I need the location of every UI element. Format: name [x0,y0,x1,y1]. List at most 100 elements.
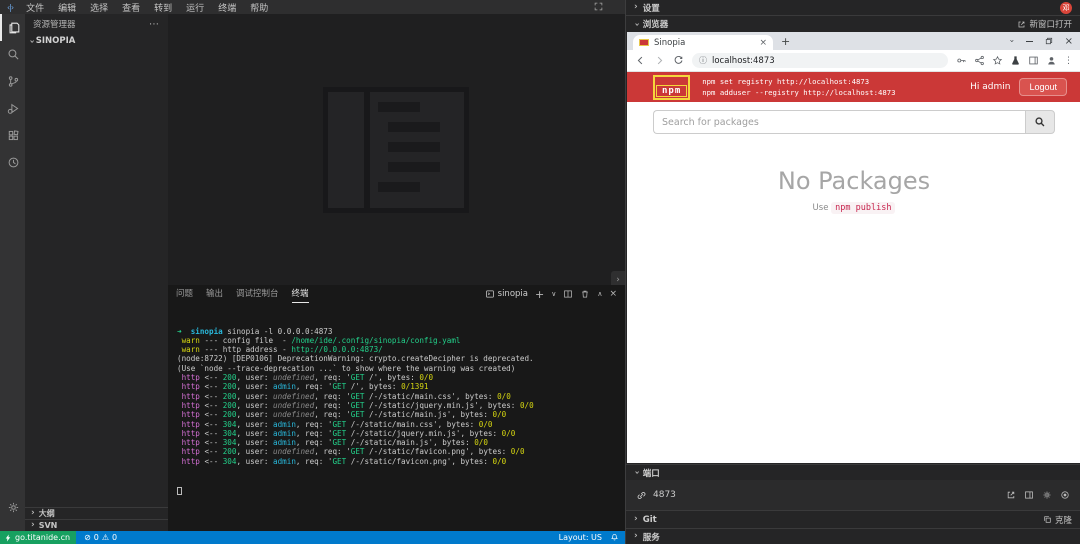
sidebar-toggle-icon[interactable] [1028,55,1039,66]
services-section-label: 服务 [643,531,660,543]
lightning-icon [4,534,12,542]
forward-icon[interactable] [654,55,665,66]
new-terminal-icon[interactable]: + [535,288,544,301]
terminal-line: http <-- 304, user: admin, req: 'GET /-/… [177,429,625,438]
section-outline[interactable]: › 大纲 [25,507,168,519]
terminal-line: http <-- 200, user: admin, req: 'GET /',… [177,382,625,391]
port-row-4873[interactable]: 4873 [626,480,1080,510]
chevron-right-icon: › [634,532,638,541]
extensions-icon[interactable] [0,122,25,149]
search-button[interactable] [1025,110,1055,134]
key-icon[interactable] [956,55,967,66]
explorer-icon[interactable] [0,14,25,41]
settings-gear-icon[interactable] [0,494,25,521]
refresh-icon[interactable] [673,55,684,66]
kill-terminal-icon[interactable] [580,289,590,299]
close-window-icon[interactable]: × [1065,36,1073,47]
maximize-panel-icon[interactable]: ∧ [597,290,602,298]
npm-logo[interactable]: npm [653,75,690,100]
notifications-bell-icon[interactable] [610,533,619,542]
watermark-bar [378,102,420,112]
run-debug-icon[interactable] [0,95,25,122]
browser-menu-icon[interactable]: ⋮ [1064,56,1073,66]
npm-logo-text: npm [656,85,687,97]
npm-setup-commands: npm set registry http://localhost:4873 n… [702,76,895,98]
npm-header-right: Hi admin Logout [970,78,1067,96]
restore-icon[interactable] [1045,37,1053,45]
terminal-view[interactable]: ➜ sinopia sinopia -l 0.0.0.0:4873 warn -… [168,303,625,513]
layout-indicator[interactable]: Layout: US [559,533,602,542]
section-git[interactable]: › Git 克隆 [626,510,1080,528]
settings-section-label: 设置 [643,2,660,14]
open-new-window-button[interactable]: 新窗口打开 [1017,18,1072,30]
section-svn[interactable]: › SVN [25,519,168,531]
close-panel-icon[interactable]: × [609,289,617,299]
link-icon [636,490,647,501]
stop-forward-icon[interactable] [1060,490,1070,500]
clone-button[interactable]: 克隆 [1043,514,1072,526]
panel-tab-调试控制台[interactable]: 调试控制台 [236,285,279,303]
chevron-down-icon: › [631,471,640,475]
npm-favicon [639,39,649,46]
menu-运行[interactable]: 运行 [179,1,211,14]
profile-avatar-icon[interactable] [1046,55,1057,66]
section-browser[interactable]: › 浏览器 新窗口打开 [626,15,1080,32]
right-panel: › 设置 邓 › 浏览器 新窗口打开 Sinopia × + › [625,0,1080,544]
chevron-down-icon: › [26,39,35,43]
site-info-icon[interactable]: ⓘ [699,55,707,66]
flask-icon[interactable] [1010,55,1021,66]
watermark-sidebar-shape [328,92,364,208]
terminal-line: http <-- 304, user: admin, req: 'GET /-/… [177,438,625,447]
ide-window: ‹|› 文件编辑选择查看转到运行终端帮助 资源管理器 [0,0,1080,544]
warning-icon: ⚠ [102,533,109,542]
git-section-label: Git [643,515,657,525]
menu-终端[interactable]: 终端 [211,1,243,14]
menu-文件[interactable]: 文件 [19,1,51,14]
port-settings-gear-icon[interactable] [1042,490,1052,500]
terminal-selector[interactable]: sinopia [485,289,528,299]
browser-tab[interactable]: Sinopia × [633,35,773,50]
menu-选择[interactable]: 选择 [83,1,115,14]
new-tab-icon[interactable]: + [781,35,790,48]
app-logo-icon: ‹|› [7,3,13,12]
url-bar[interactable]: ⓘ localhost:4873 [692,53,948,68]
menu-编辑[interactable]: 编辑 [51,1,83,14]
bookmark-star-icon[interactable] [992,55,1003,66]
user-avatar[interactable]: 邓 [1060,2,1072,14]
more-actions-icon[interactable]: ⋯ [149,19,160,30]
panel-tab-bar: 问题输出调试控制台终端 sinopia + ∨ ∧ × [168,285,625,303]
section-ports[interactable]: › 端口 [626,464,1080,480]
watermark-bar [388,162,440,172]
warning-count: 0 [112,533,117,542]
back-icon[interactable] [635,55,646,66]
open-in-browser-icon[interactable] [1006,490,1016,500]
panel-tab-终端[interactable]: 终端 [292,285,309,303]
fullscreen-icon[interactable] [594,2,603,11]
tab-search-chevron-icon[interactable]: › [1008,39,1016,42]
title-bar: ‹|› 文件编辑选择查看转到运行终端帮助 [0,0,625,14]
share-icon[interactable] [974,55,985,66]
search-icon[interactable] [0,41,25,68]
remote-indicator[interactable]: go.titanide.cn [0,531,76,544]
logout-button[interactable]: Logout [1019,78,1067,96]
history-icon[interactable] [0,149,25,176]
package-search-input[interactable] [653,110,1025,134]
watermark-bar [388,122,440,132]
section-settings[interactable]: › 设置 邓 [626,0,1080,15]
tab-close-icon[interactable]: × [759,38,767,48]
minimize-icon[interactable] [1026,41,1033,42]
problems-indicator[interactable]: ⊘ 0 ⚠ 0 [84,533,117,542]
split-terminal-icon[interactable] [563,289,573,299]
terminal-dropdown-icon[interactable]: ∨ [551,290,556,298]
panel-tab-输出[interactable]: 输出 [206,285,223,303]
menu-转到[interactable]: 转到 [147,1,179,14]
npm-cmd-registry: npm set registry http://localhost:4873 [702,76,895,87]
menu-查看[interactable]: 查看 [115,1,147,14]
menu-帮助[interactable]: 帮助 [243,1,275,14]
panel-tab-问题[interactable]: 问题 [176,285,193,303]
preview-split-icon[interactable] [1024,490,1034,500]
folder-row-sinopia[interactable]: › SINOPIA [25,34,168,48]
source-control-icon[interactable] [0,68,25,95]
section-services[interactable]: › 服务 [626,528,1080,544]
remote-host-label: go.titanide.cn [15,533,70,542]
